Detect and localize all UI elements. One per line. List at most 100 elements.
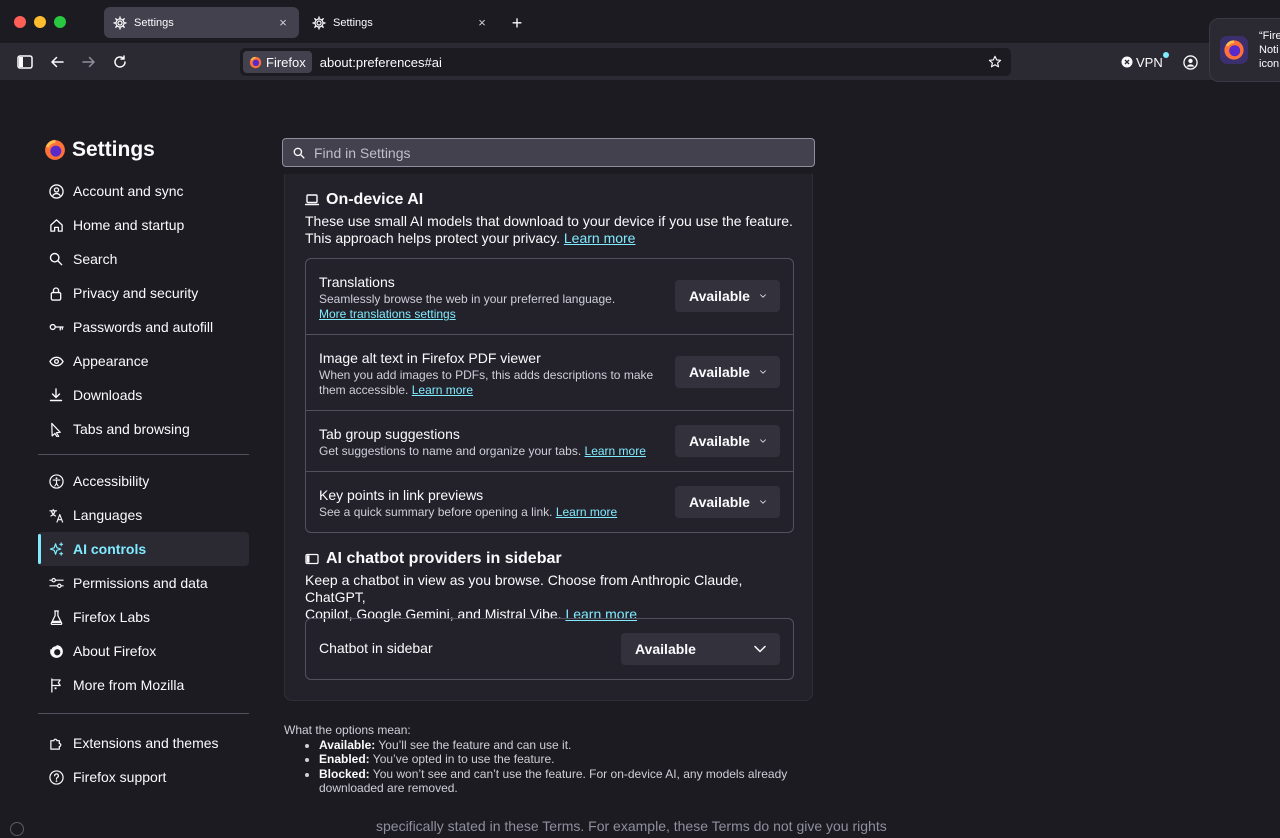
sidebar-item-downloads[interactable]: Downloads — [38, 378, 249, 412]
sidebar-item-account-and-sync[interactable]: Account and sync — [38, 174, 249, 208]
sidebar-item-firefox-support[interactable]: Firefox support — [38, 760, 249, 794]
minimize-window-button[interactable] — [34, 16, 46, 28]
puzzle-icon — [48, 735, 64, 751]
sidebar-item-passwords-and-autofill[interactable]: Passwords and autofill — [38, 310, 249, 344]
sparkle-icon — [48, 541, 64, 557]
legend-item: Available: You’ll see the feature and ca… — [319, 738, 804, 753]
legend-list: Available: You’ll see the feature and ca… — [319, 738, 804, 796]
vpn-button[interactable]: VPN — [1121, 52, 1169, 72]
firefox-logo-icon — [45, 139, 65, 160]
sidebar-item-ai-controls[interactable]: AI controls — [38, 532, 249, 566]
sidebar-nav-footer: Extensions and themes Firefox support — [38, 726, 249, 794]
feature-description-text: Seamlessly browse the web in your prefer… — [319, 292, 616, 306]
sidebar-item-more-from-mozilla[interactable]: More from Mozilla — [38, 668, 249, 702]
chevron-down-icon — [760, 370, 766, 374]
tab-group-suggestions-select[interactable]: Available — [675, 425, 780, 457]
sidebar-item-extensions-and-themes[interactable]: Extensions and themes — [38, 726, 249, 760]
sidebar-item-privacy-and-security[interactable]: Privacy and security — [38, 276, 249, 310]
chevron-down-icon — [760, 500, 766, 504]
chatbot-select[interactable]: Available — [621, 633, 780, 665]
sidebar-item-permissions-and-data[interactable]: Permissions and data — [38, 566, 249, 600]
account-icon[interactable] — [1180, 52, 1200, 72]
description-line-2: This approach helps protect your privacy… — [305, 230, 800, 247]
chatbot-list: Chatbot in sidebar Available — [305, 618, 794, 680]
tab-label: Settings — [333, 16, 373, 29]
help-icon — [48, 769, 64, 785]
sidebar-item-label: Passwords and autofill — [73, 319, 214, 335]
download-icon — [48, 387, 64, 403]
key-points-select[interactable]: Available — [675, 486, 780, 518]
gear-icon — [112, 15, 128, 31]
address-bar[interactable]: Firefox about:preferences#ai — [240, 48, 1011, 76]
sidebar-divider — [38, 713, 249, 714]
sliders-icon — [48, 575, 64, 591]
learn-more-link[interactable]: Learn more — [412, 383, 473, 397]
feature-description-text: Get suggestions to name and organize you… — [319, 444, 582, 458]
sidebar-item-home-and-startup[interactable]: Home and startup — [38, 208, 249, 242]
pointer-icon — [48, 421, 64, 437]
bookmark-star-icon[interactable] — [985, 52, 1005, 72]
close-tab-icon[interactable]: × — [275, 15, 291, 31]
sidebar-item-tabs-and-browsing[interactable]: Tabs and browsing — [38, 412, 249, 446]
sidebar-item-label: Downloads — [73, 387, 143, 403]
section-title: On-device AI — [326, 191, 424, 208]
firefox-icon — [48, 643, 64, 659]
sidebar-item-label: Account and sync — [73, 183, 184, 199]
vpn-badge — [1163, 52, 1169, 58]
learn-more-link[interactable]: Learn more — [556, 505, 617, 519]
more-translations-settings-link[interactable]: More translations settings — [319, 307, 456, 321]
sidebar-item-label: Firefox support — [73, 769, 167, 785]
url-text[interactable]: about:preferences#ai — [320, 55, 985, 70]
vpn-status-icon — [1121, 56, 1133, 68]
sidebar-item-accessibility[interactable]: Accessibility — [38, 464, 249, 498]
feature-description-text: When you add images to PDFs, this adds d… — [319, 368, 654, 382]
tab-settings[interactable]: Settings × — [303, 7, 498, 38]
sidebar-item-appearance[interactable]: Appearance — [38, 344, 249, 378]
legend-term: Enabled: — [319, 752, 370, 767]
sidebar-item-firefox-labs[interactable]: Firefox Labs — [38, 600, 249, 634]
back-icon[interactable] — [45, 50, 69, 74]
key-icon — [48, 319, 64, 335]
page-title: Settings — [72, 138, 155, 161]
sidebar-divider — [38, 454, 249, 455]
chevron-down-icon — [760, 294, 766, 298]
home-icon — [48, 217, 64, 233]
feature-title: Key points in link previews — [319, 487, 484, 503]
learn-more-link[interactable]: Learn more — [585, 444, 646, 458]
navigation-toolbar: Firefox about:preferences#ai VPN — [0, 44, 1280, 80]
firefox-logo-icon — [249, 56, 262, 68]
chatbot-description: Keep a chatbot in view as you browse. Ch… — [305, 572, 805, 623]
settings-search[interactable] — [282, 138, 815, 167]
identity-box[interactable]: Firefox — [243, 51, 312, 73]
reload-icon[interactable] — [108, 50, 132, 74]
search-input[interactable] — [314, 144, 794, 161]
tab-strip: Settings × Settings × + — [0, 0, 1280, 44]
section-title: AI chatbot providers in sidebar — [326, 550, 562, 567]
feature-title: Image alt text in Firefox PDF viewer — [319, 350, 541, 366]
legend-text: You’ve opted in to use the feature. — [369, 752, 555, 767]
new-tab-button[interactable]: + — [506, 12, 528, 34]
select-value: Available — [689, 288, 750, 304]
firefox-app-icon — [1220, 36, 1248, 64]
zoom-window-button[interactable] — [54, 16, 66, 28]
image-alt-text-select[interactable]: Available — [675, 356, 780, 388]
forward-icon[interactable] — [77, 50, 101, 74]
sidebar-item-languages[interactable]: Languages — [38, 498, 249, 532]
sidebar-item-search[interactable]: Search — [38, 242, 249, 276]
sidebar-item-about-firefox[interactable]: About Firefox — [38, 634, 249, 668]
close-window-button[interactable] — [14, 16, 26, 28]
learn-more-link[interactable]: Learn more — [564, 230, 636, 246]
notification-popup[interactable]: “Fire Noti icon — [1209, 18, 1280, 82]
close-tab-icon[interactable]: × — [474, 15, 490, 31]
search-icon — [293, 147, 305, 159]
accessibility-icon — [48, 473, 64, 489]
tab-settings-active[interactable]: Settings × — [104, 7, 299, 38]
sidebar-toggle-icon[interactable] — [13, 50, 37, 74]
feature-description: Seamlessly browse the web in your prefer… — [319, 292, 664, 322]
translations-select[interactable]: Available — [675, 280, 780, 312]
feature-description-text: them accessible. — [319, 383, 409, 397]
chatbot-heading: AI chatbot providers in sidebar — [305, 550, 562, 568]
settings-brand: Settings — [44, 138, 155, 162]
legend-term: Blocked: — [319, 766, 370, 781]
feature-title: Translations — [319, 274, 395, 290]
